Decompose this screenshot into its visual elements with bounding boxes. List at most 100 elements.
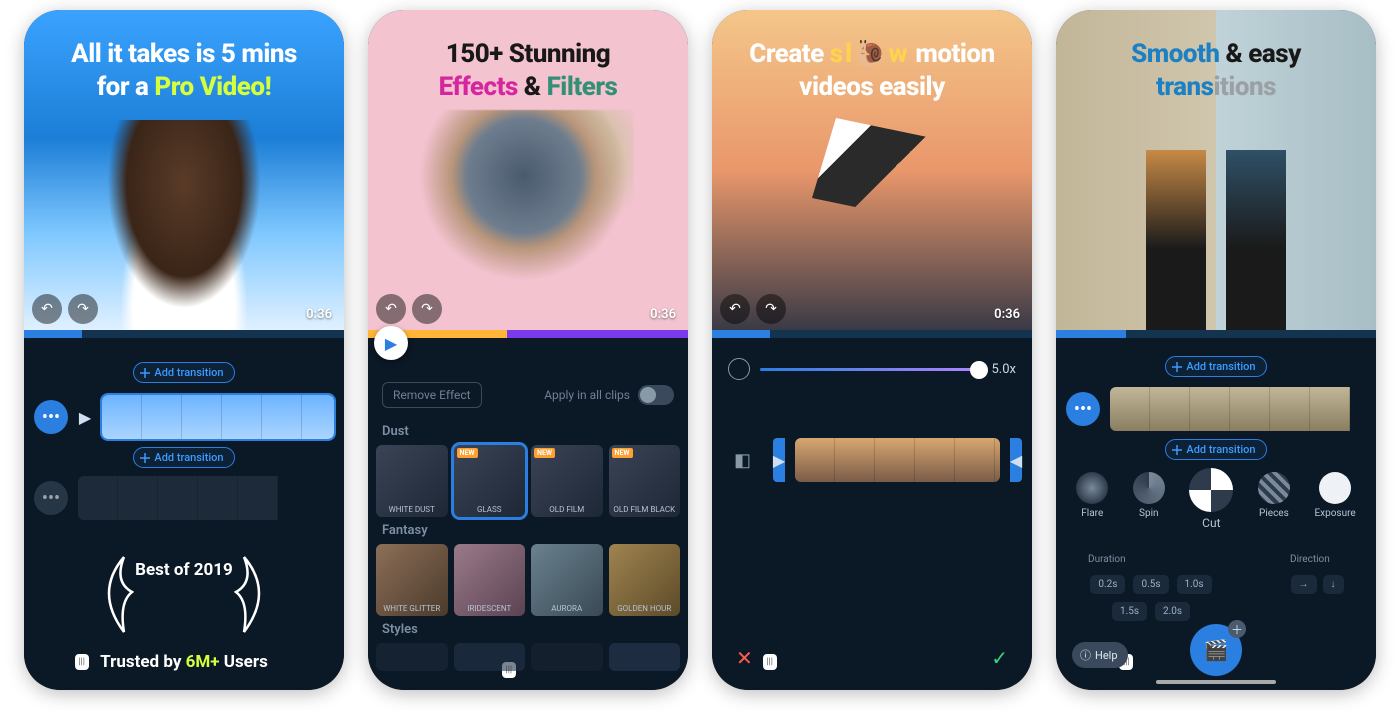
effect-thumb[interactable] <box>609 643 681 671</box>
timeline-track[interactable] <box>24 330 344 338</box>
redo-icon[interactable]: ↷ <box>68 294 98 324</box>
hero-area: 150+ Stunning Effects & Filters ↶ ↷ 0:36 <box>368 10 688 330</box>
transition-picker: Flare Spin Cut Pieces Exposure <box>1056 460 1376 546</box>
effect-thumb[interactable]: WHITE DUST <box>376 445 448 517</box>
effect-thumb[interactable]: NEW GLASS <box>454 445 526 517</box>
playhead-icon[interactable]: ||| <box>75 654 89 670</box>
hero-area: All it takes is 5 mins for a Pro Video! … <box>24 10 344 330</box>
editor-controls: ↶ ↷ <box>720 294 786 324</box>
clip-strip[interactable] <box>795 438 1000 482</box>
dust-thumb-row: WHITE DUST NEW GLASS NEWOLD FILM NEWOLD … <box>368 445 688 517</box>
direction-down-icon[interactable]: ↓ <box>1323 575 1344 594</box>
direction-label: Direction <box>1272 546 1362 567</box>
clip-row-2: ••• <box>24 468 344 528</box>
add-transition-button[interactable]: Add transition <box>133 362 234 383</box>
effect-thumb[interactable]: AURORA <box>531 544 603 616</box>
effect-thumb[interactable] <box>376 643 448 671</box>
editor-panel: ||| Add transition ••• ▶ Add transition <box>24 330 344 690</box>
add-transition-label: Add transition <box>154 451 223 464</box>
timeline-track[interactable] <box>712 330 1032 338</box>
screenshot-4: Smooth & easy transitions ||| Add transi… <box>1056 10 1376 690</box>
editor-panel: ▶ ||| Remove Effect Apply in all clips D… <box>368 330 688 690</box>
cancel-icon[interactable]: ✕ <box>736 646 753 670</box>
clip-strip[interactable] <box>1110 387 1366 431</box>
clip-strip[interactable] <box>102 395 334 439</box>
duration-chip[interactable]: 2.0s <box>1155 602 1190 621</box>
help-button[interactable]: ⓘ Help <box>1072 642 1128 668</box>
play-handle-icon[interactable]: ▶ <box>78 408 92 427</box>
mirror-icon[interactable]: ◧ <box>722 450 763 471</box>
undo-icon[interactable]: ↶ <box>32 294 62 324</box>
speed-knob[interactable] <box>970 361 988 379</box>
transition-option[interactable]: Flare <box>1076 472 1108 534</box>
clip-handle-left[interactable]: ▶ <box>773 438 785 482</box>
duration-chip[interactable]: 1.0s <box>1177 575 1212 594</box>
apply-all-label: Apply in all clips <box>544 388 630 402</box>
transition-option[interactable]: Spin <box>1133 472 1165 534</box>
effect-thumb[interactable] <box>531 643 603 671</box>
effect-thumb[interactable]: NEWOLD FILM BLACK <box>609 445 681 517</box>
home-indicator <box>1156 680 1276 684</box>
effect-thumb[interactable]: NEWOLD FILM <box>531 445 603 517</box>
screenshot-2: 150+ Stunning Effects & Filters ↶ ↷ 0:36… <box>368 10 688 690</box>
headline: 150+ Stunning Effects & Filters <box>368 38 688 103</box>
headline-trans: trans <box>1156 72 1214 102</box>
more-button[interactable]: ••• <box>34 400 68 434</box>
transition-option[interactable]: Pieces <box>1258 472 1290 534</box>
undo-icon[interactable]: ↶ <box>376 294 406 324</box>
hero-figure <box>94 120 274 330</box>
more-button[interactable]: ••• <box>1066 392 1100 426</box>
clip-row: ◧ ▶ ◀ <box>712 430 1032 490</box>
effect-options-bar: Remove Effect Apply in all clips <box>368 372 688 418</box>
duration-chip[interactable]: 0.2s <box>1090 575 1125 594</box>
speed-control-row: 5.0x <box>712 338 1032 390</box>
duration-chip[interactable]: 1.5s <box>1112 602 1147 621</box>
confirm-icon[interactable]: ✓ <box>991 646 1008 670</box>
effect-thumb[interactable] <box>454 643 526 671</box>
hero-figure <box>1106 100 1326 330</box>
transition-settings: Duration 0.2s 0.5s 1.0s 1.5s 2.0s Direct… <box>1056 546 1376 629</box>
section-fantasy: Fantasy <box>368 517 688 544</box>
headline-slow: sl🐌w <box>830 39 910 69</box>
headline-amp: & <box>518 72 547 102</box>
headline: Create sl🐌w motion videos easily <box>712 38 1032 103</box>
direction-right-icon[interactable]: → <box>1291 575 1317 594</box>
timecode: 0:36 <box>306 307 332 322</box>
timeline-track[interactable] <box>368 330 688 338</box>
speed-slider[interactable] <box>760 368 982 371</box>
effect-thumb[interactable]: WHITE GLITTER <box>376 544 448 616</box>
editor-controls: ↶ ↷ <box>376 294 442 324</box>
transition-option-selected[interactable]: Cut <box>1189 468 1233 530</box>
apply-all-toggle[interactable] <box>638 385 674 405</box>
headline-line2a: for a <box>97 72 155 102</box>
add-transition-button-2[interactable]: Add transition <box>1165 439 1266 460</box>
hero-area: Create sl🐌w motion videos easily ↶ ↷ 0:3… <box>712 10 1032 330</box>
remove-effect-button[interactable]: Remove Effect <box>382 382 482 408</box>
redo-icon[interactable]: ↷ <box>412 294 442 324</box>
add-transition-button[interactable]: Add transition <box>1165 356 1266 377</box>
timeline-track[interactable] <box>1056 330 1376 338</box>
effect-thumb[interactable]: IRIDESCENT <box>454 544 526 616</box>
screenshot-1: All it takes is 5 mins for a Pro Video! … <box>24 10 344 690</box>
undo-icon[interactable]: ↶ <box>720 294 750 324</box>
hero-figure <box>812 118 932 218</box>
play-icon[interactable]: ▶ <box>374 326 408 360</box>
clip-handle-right[interactable]: ◀ <box>1010 438 1022 482</box>
add-transition-button-2[interactable]: Add transition <box>133 447 234 468</box>
section-dust: Dust <box>368 418 688 445</box>
headline-accent: Pro Video! <box>154 72 271 102</box>
hero-figure <box>414 110 634 330</box>
more-button[interactable]: ••• <box>34 481 68 515</box>
screenshot-3: Create sl🐌w motion videos easily ↶ ↷ 0:3… <box>712 10 1032 690</box>
timecode: 0:36 <box>650 307 676 322</box>
info-icon: ⓘ <box>1080 647 1091 663</box>
add-icon[interactable]: ＋ <box>1228 620 1246 638</box>
redo-icon[interactable]: ↷ <box>756 294 786 324</box>
fantasy-thumb-row: WHITE GLITTER IRIDESCENT AURORA GOLDEN H… <box>368 544 688 616</box>
headline-line2: videos easily <box>799 72 945 102</box>
duration-chip[interactable]: 0.5s <box>1133 575 1168 594</box>
clip-strip[interactable] <box>78 476 334 520</box>
effect-thumb[interactable]: GOLDEN HOUR <box>609 544 681 616</box>
create-button[interactable]: 🎬 ＋ <box>1190 624 1242 676</box>
transition-option[interactable]: Exposure <box>1314 472 1355 534</box>
